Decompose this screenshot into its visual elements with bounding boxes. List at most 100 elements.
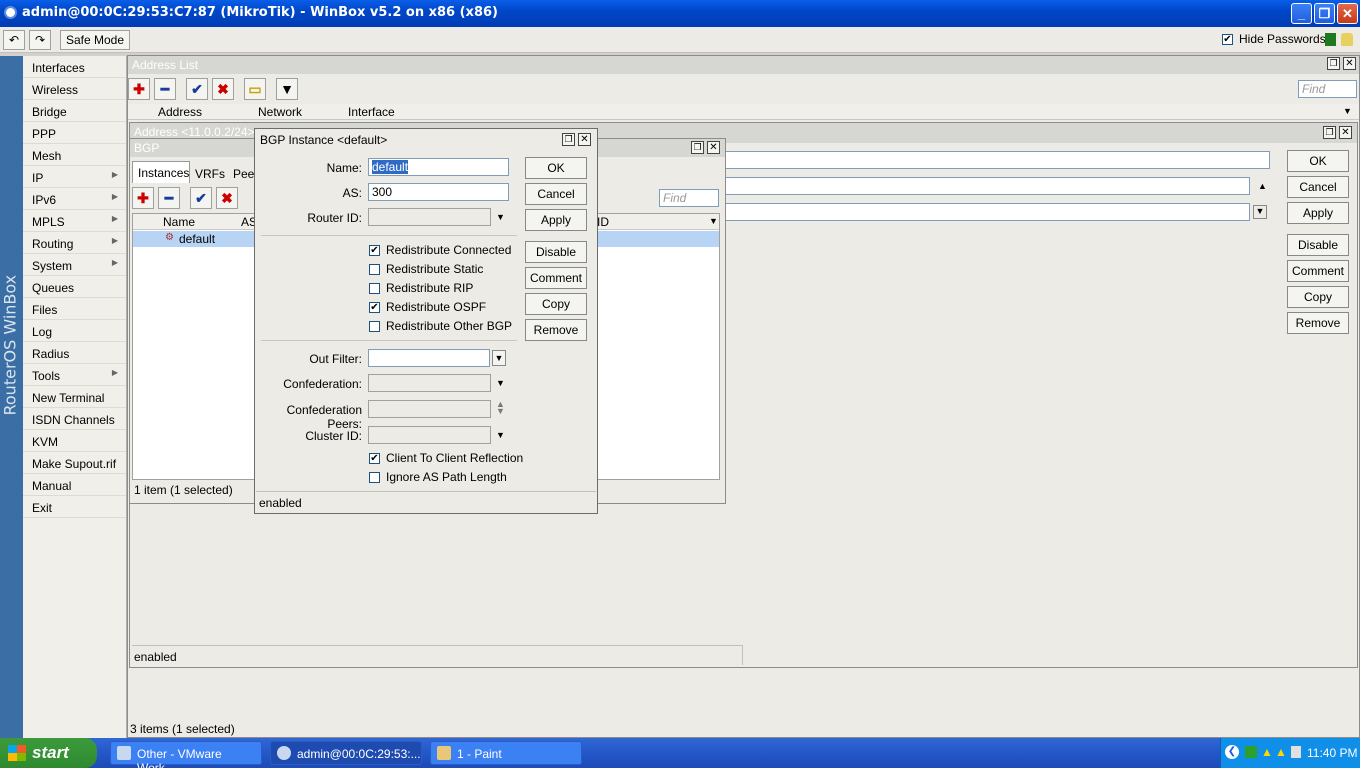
start-button[interactable]: start [0,738,97,768]
warning-icon[interactable]: ▲ [1261,745,1273,759]
redistribute-other-bgp-checkbox[interactable] [369,321,380,332]
close-window-button[interactable]: ✕ [707,141,720,154]
col-name[interactable]: Name [163,215,195,229]
menu-mesh[interactable]: Mesh [23,144,126,166]
disable-icon[interactable]: ✖ [216,187,238,209]
menu-exit[interactable]: Exit [23,496,126,518]
copy-button[interactable]: Copy [525,293,587,315]
confederation-field[interactable] [368,374,491,392]
close-window-button[interactable]: ✕ [1339,126,1352,139]
enable-icon[interactable]: ✔ [190,187,212,209]
dropdown-icon[interactable]: ▼ [496,212,505,222]
enable-icon[interactable]: ✔ [186,78,208,100]
tab-instances[interactable]: Instances [132,161,190,183]
add-icon[interactable]: ✚ [128,78,150,100]
cluster-id-field[interactable] [368,426,491,444]
hide-passwords-checkbox[interactable]: ✔ [1222,34,1233,45]
dropdown-icon[interactable]: ▼ [496,378,505,388]
restore-window-button[interactable]: ❐ [1323,126,1336,139]
spinner-icon[interactable]: ▲ ▼ [496,400,505,416]
security-icon[interactable]: ▲ [1275,745,1287,759]
client-to-client-reflection-checkbox[interactable]: ✔ [369,453,380,464]
redo-icon[interactable]: ↷ [29,30,51,50]
comment-icon[interactable]: ▭ [244,78,266,100]
safe-mode-button[interactable]: Safe Mode [60,30,130,50]
address-field[interactable] [725,151,1270,169]
disable-button[interactable]: Disable [1287,234,1349,256]
menu-make-supout[interactable]: Make Supout.rif [23,452,126,474]
undo-icon[interactable]: ↶ [3,30,25,50]
redistribute-ospf-checkbox[interactable]: ✔ [369,302,380,313]
redistribute-connected-checkbox[interactable]: ✔ [369,245,380,256]
menu-ppp[interactable]: PPP [23,122,126,144]
restore-window-button[interactable]: ❐ [1327,57,1340,70]
remove-button[interactable]: Remove [525,319,587,341]
remove-icon[interactable]: ━ [158,187,180,209]
comment-button[interactable]: Comment [525,267,587,289]
menu-radius[interactable]: Radius [23,342,126,364]
menu-ipv6[interactable]: IPv6 ▶ [23,188,126,210]
col-address[interactable]: Address [158,105,202,119]
ok-button[interactable]: OK [525,157,587,179]
task-vmware[interactable]: Other - VMware Work... [110,741,262,768]
dropdown-icon[interactable]: ▼ [492,350,506,366]
menu-interfaces[interactable]: Interfaces [23,56,126,78]
minimize-button[interactable]: _ [1291,3,1312,24]
copy-button[interactable]: Copy [1287,286,1349,308]
address-find-input[interactable]: Find [1298,80,1357,98]
menu-routing[interactable]: Routing ▶ [23,232,126,254]
column-menu-icon[interactable]: ▼ [1343,106,1352,116]
menu-new-terminal[interactable]: New Terminal [23,386,126,408]
redistribute-rip-checkbox[interactable] [369,283,380,294]
disable-icon[interactable]: ✖ [212,78,234,100]
dropdown-icon[interactable]: ▼ [496,430,505,440]
tray-back-icon[interactable]: ❮ [1225,745,1239,759]
disable-button[interactable]: Disable [525,241,587,263]
menu-kvm[interactable]: KVM [23,430,126,452]
remove-icon[interactable]: ━ [154,78,176,100]
apply-button[interactable]: Apply [525,209,587,231]
close-window-button[interactable]: ✕ [1343,57,1356,70]
out-filter-field[interactable] [368,349,490,367]
cancel-button[interactable]: Cancel [1287,176,1349,198]
ok-button[interactable]: OK [1287,150,1349,172]
menu-queues[interactable]: Queues [23,276,126,298]
ignore-as-path-length-checkbox[interactable] [369,472,380,483]
menu-mpls[interactable]: MPLS ▶ [23,210,126,232]
router-id-field[interactable] [368,208,491,226]
menu-ip[interactable]: IP ▶ [23,166,126,188]
task-paint[interactable]: 1 - Paint [430,741,582,765]
remove-button[interactable]: Remove [1287,312,1349,334]
volume-icon[interactable] [1291,746,1301,758]
network-icon[interactable] [1245,746,1257,758]
add-icon[interactable]: ✚ [132,187,154,209]
column-menu-icon[interactable]: ▼ [709,216,718,226]
menu-files[interactable]: Files [23,298,126,320]
col-id[interactable]: ID [597,215,609,229]
menu-bridge[interactable]: Bridge [23,100,126,122]
cancel-button[interactable]: Cancel [525,183,587,205]
as-field[interactable]: 300 [368,183,509,201]
task-winbox[interactable]: admin@00:0C:29:53:... [270,741,422,765]
menu-tools[interactable]: Tools ▶ [23,364,126,386]
col-network[interactable]: Network [258,105,302,119]
menu-system[interactable]: System ▶ [23,254,126,276]
col-interface[interactable]: Interface [348,105,395,119]
name-field[interactable]: default [368,158,509,176]
clock[interactable]: 11:40 PM [1307,746,1357,760]
interface-field[interactable] [725,203,1250,221]
close-window-button[interactable]: ✕ [578,133,591,146]
tab-vrfs[interactable]: VRFs [192,163,228,183]
network-field[interactable] [725,177,1250,195]
filter-icon[interactable]: ▼ [276,78,298,100]
bgp-find-input[interactable]: Find [659,189,719,207]
up-arrow-icon[interactable]: ▲ [1258,181,1267,191]
comment-button[interactable]: Comment [1287,260,1349,282]
apply-button[interactable]: Apply [1287,202,1349,224]
close-button[interactable]: ✕ [1337,3,1358,24]
menu-log[interactable]: Log [23,320,126,342]
restore-window-button[interactable]: ❐ [562,133,575,146]
dropdown-icon[interactable]: ▼ [1253,205,1267,219]
menu-wireless[interactable]: Wireless [23,78,126,100]
menu-manual[interactable]: Manual [23,474,126,496]
